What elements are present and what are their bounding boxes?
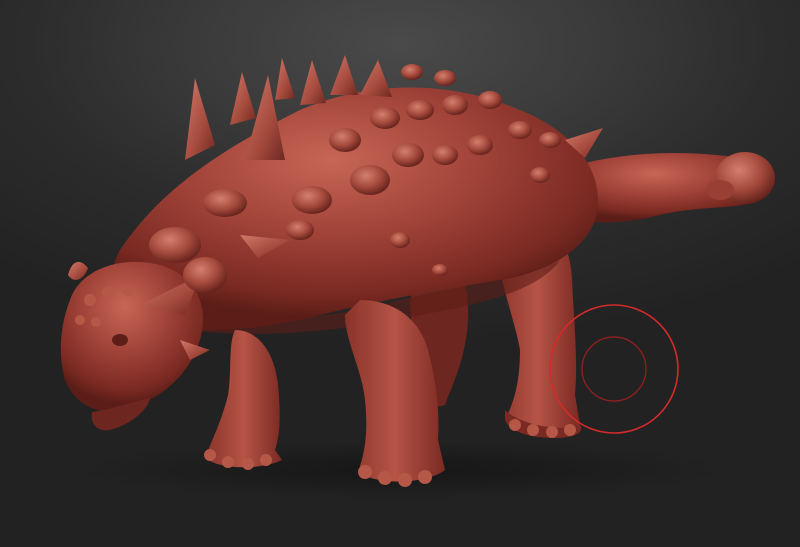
eye [112,334,128,346]
front-leg-left [204,330,282,470]
sculpt-viewport[interactable] [0,0,800,547]
ankylosaurus-model[interactable] [0,0,800,547]
